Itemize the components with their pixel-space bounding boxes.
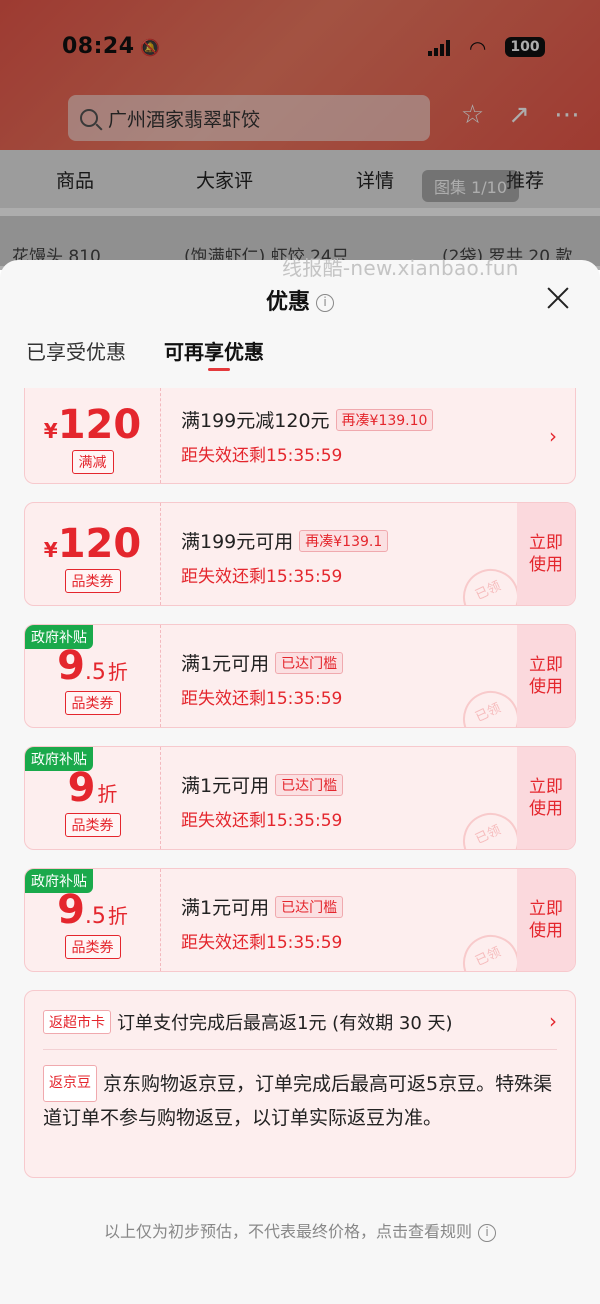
coupon-info: 满1元可用 已达门槛 距失效还剩15:35:59 bbox=[181, 771, 344, 831]
sheet-title-text: 优惠 bbox=[265, 290, 310, 315]
coupon-badge: 再凑¥139.1 bbox=[299, 530, 389, 552]
coupon-info: 满199元可用 再凑¥139.1 距失效还剩15:35:59 bbox=[181, 527, 389, 587]
rebate-tag: 返超市卡 bbox=[43, 1010, 111, 1034]
coupon-amount: 120 bbox=[57, 521, 142, 567]
discount-number: 9 bbox=[57, 643, 85, 689]
use-now-button[interactable]: 立即 使用 bbox=[517, 503, 575, 605]
use-now-button[interactable]: 立即 使用 bbox=[517, 625, 575, 727]
info-icon[interactable]: i bbox=[478, 1223, 496, 1242]
coupon-type-tag: 满减 bbox=[71, 450, 114, 474]
discount-sheet: 优惠 i 已享受优惠 可再享优惠 ¥120 满减 满199元减120元 再凑¥139… bbox=[0, 260, 600, 1304]
rebate-text: 京东购物返京豆，订单完成后最高可返5京豆。特殊渠道订单不参与购物返豆，以订单实际… bbox=[43, 1073, 553, 1129]
coupon-badge: 已达门槛 bbox=[275, 652, 344, 674]
coupon-card[interactable]: ¥120 满减 满199元减120元 再凑¥139.10 距失效还剩15:35:5… bbox=[24, 388, 576, 484]
coupon-card[interactable]: ¥120 品类券 满199元可用 再凑¥139.1 距失效还剩15:35:59 已… bbox=[24, 502, 576, 606]
coupon-value: 9.5 折 品类券 bbox=[25, 869, 161, 971]
use-now-button[interactable]: 立即 使用 bbox=[517, 869, 575, 971]
currency-symbol: ¥ bbox=[43, 419, 58, 443]
supermarket-card-rebate: 返超市卡 订单支付完成后最高返1元 (有效期 30 天) bbox=[43, 1009, 453, 1035]
coupon-timer: 距失效还剩15:35:59 bbox=[181, 933, 343, 953]
discount-decimal: .5 bbox=[84, 660, 106, 685]
modal-backdrop[interactable] bbox=[0, 0, 600, 270]
coupon-condition: 满1元可用 bbox=[181, 897, 270, 919]
coupon-condition: 满1元可用 bbox=[181, 775, 270, 797]
coupon-type-tag: 品类券 bbox=[64, 691, 121, 715]
coupon-badge: 已达门槛 bbox=[275, 774, 344, 796]
coupon-card[interactable]: 政府补贴 9.5 折 品类券 满1元可用 已达门槛 距失效还剩15:35:59 已领… bbox=[24, 868, 576, 972]
tab-enjoyed[interactable]: 已享受优惠 bbox=[26, 336, 126, 365]
disclaimer-text: 以上仅为初步预估，不代表最终价格，点击查看规则 bbox=[103, 1222, 472, 1241]
tab-available[interactable]: 可再享优惠 bbox=[164, 336, 264, 371]
coupon-badge: 再凑¥139.10 bbox=[335, 409, 434, 431]
rebate-text: 订单支付完成后最高返1元 (有效期 30 天) bbox=[117, 1013, 453, 1034]
discount-tabs: 已享受优惠 可再享优惠 bbox=[26, 336, 264, 371]
coupon-amount: 120 bbox=[57, 402, 142, 448]
close-icon[interactable] bbox=[546, 286, 570, 310]
discount-decimal: .5 bbox=[84, 904, 106, 929]
coupon-condition: 满1元可用 bbox=[181, 653, 270, 675]
coupon-value: 9.5 折 品类券 bbox=[25, 625, 161, 727]
coupon-value: ¥120 满减 bbox=[25, 388, 161, 483]
disclaimer[interactable]: 以上仅为初步预估，不代表最终价格，点击查看规则 i bbox=[0, 1218, 600, 1242]
watermark: 线报酷-new.xianbao.fun bbox=[282, 256, 519, 280]
coupon-badge: 已达门槛 bbox=[275, 896, 344, 918]
coupon-timer: 距失效还剩15:35:59 bbox=[181, 446, 343, 466]
coupon-card[interactable]: 政府补贴 9.5 折 品类券 满1元可用 已达门槛 距失效还剩15:35:59 已领… bbox=[24, 624, 576, 728]
use-now-button[interactable]: 立即 使用 bbox=[517, 747, 575, 849]
coupon-type-tag: 品类券 bbox=[64, 935, 121, 959]
coupon-card[interactable]: 政府补贴 9折 品类券 满1元可用 已达门槛 距失效还剩15:35:59 已领 立… bbox=[24, 746, 576, 850]
coupon-timer: 距失效还剩15:35:59 bbox=[181, 689, 343, 709]
coupon-condition: 满199元可用 bbox=[181, 531, 294, 553]
discount-unit: 折 bbox=[107, 660, 128, 684]
coupon-type-tag: 品类券 bbox=[64, 569, 121, 593]
sheet-title: 优惠 i bbox=[0, 284, 600, 316]
coupon-info: 满1元可用 已达门槛 距失效还剩15:35:59 bbox=[181, 893, 344, 953]
coupon-value: 9折 品类券 bbox=[25, 747, 161, 849]
info-icon[interactable]: i bbox=[316, 294, 334, 312]
coupon-info: 满199元减120元 再凑¥139.10 距失效还剩15:35:59 bbox=[181, 406, 434, 466]
chevron-right-icon[interactable]: › bbox=[549, 424, 557, 448]
coupon-condition: 满199元减120元 bbox=[181, 410, 330, 432]
coupon-timer: 距失效还剩15:35:59 bbox=[181, 567, 343, 587]
chevron-right-icon[interactable]: › bbox=[549, 1009, 557, 1033]
rebate-card[interactable]: 返超市卡 订单支付完成后最高返1元 (有效期 30 天) › 返京豆 京东购物返京豆… bbox=[24, 990, 576, 1178]
divider bbox=[43, 1049, 557, 1050]
coupon-value: ¥120 品类券 bbox=[25, 503, 161, 605]
coupon-info: 满1元可用 已达门槛 距失效还剩15:35:59 bbox=[181, 649, 344, 709]
coupon-timer: 距失效还剩15:35:59 bbox=[181, 811, 343, 831]
coupon-type-tag: 品类券 bbox=[64, 813, 121, 837]
discount-number: 9 bbox=[67, 765, 96, 811]
rebate-tag: 返京豆 bbox=[43, 1065, 97, 1102]
discount-unit: 折 bbox=[97, 782, 118, 806]
jingdou-rebate: 返京豆 京东购物返京豆，订单完成后最高可返5京豆。特殊渠道订单不参与购物返豆，以订… bbox=[43, 1065, 553, 1135]
coupon-list: ¥120 满减 满199元减120元 再凑¥139.10 距失效还剩15:35:5… bbox=[24, 388, 576, 1178]
currency-symbol: ¥ bbox=[43, 538, 58, 562]
discount-unit: 折 bbox=[107, 904, 128, 928]
discount-number: 9 bbox=[57, 887, 85, 933]
